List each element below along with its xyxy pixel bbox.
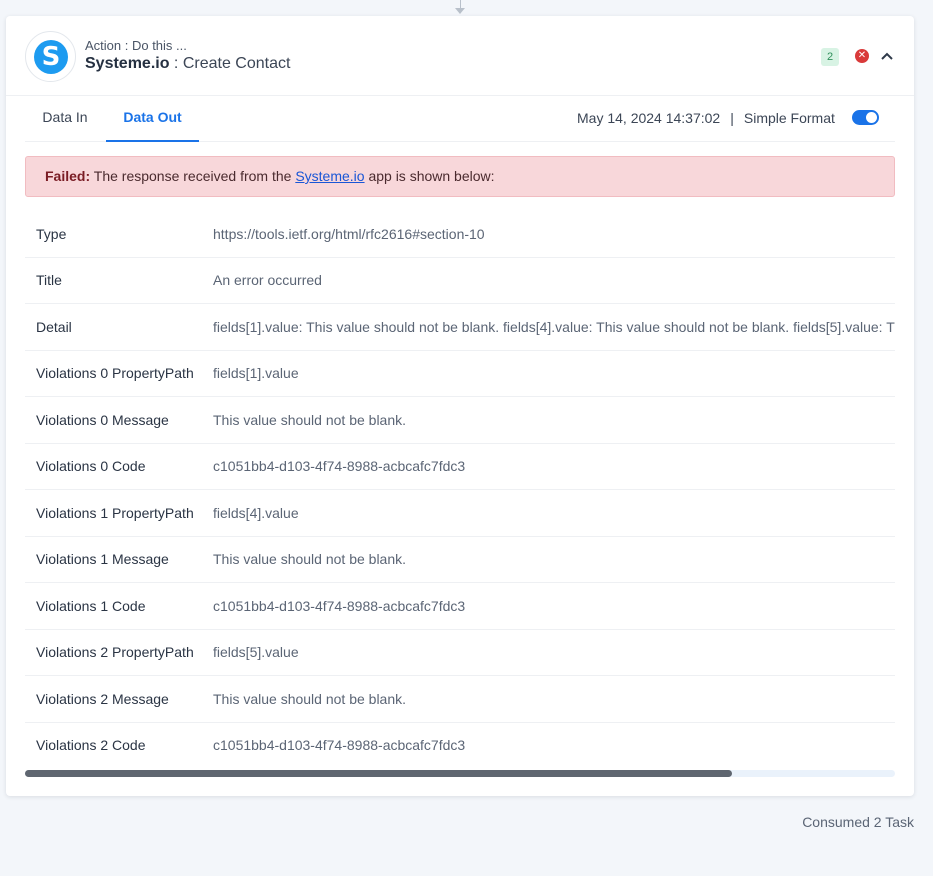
row-value: fields[4].value (213, 504, 299, 521)
row-value: c1051bb4-d103-4f74-8988-acbcafc7fdc3 (213, 597, 466, 614)
table-row: Title An error occurred (25, 258, 895, 304)
row-value: c1051bb4-d103-4f74-8988-acbcafc7fdc3 (213, 458, 466, 475)
table-row: Violations 2 Code c1051bb4-d103-4f74-8988… (25, 723, 895, 767)
row-value: fields[5].value (213, 644, 299, 661)
simple-format-label: Simple Format (743, 110, 835, 126)
run-timestamp: May 14, 2024 14:37:02 (577, 110, 721, 126)
horizontal-scrollbar[interactable] (25, 770, 895, 777)
table-row: Violations 0 PropertyPath fields[1].value (25, 351, 895, 397)
tab-data-out[interactable]: Data Out (106, 96, 199, 142)
toggle-knob (866, 112, 877, 123)
row-key: Violations 2 Code (36, 737, 146, 754)
alert-text-before: The response received from the (90, 168, 296, 184)
systeme-logo-icon: S (34, 40, 68, 74)
action-label: Action : Do this ... (85, 38, 187, 53)
alert-text-after: app is shown below: (364, 168, 495, 184)
row-value: fields[1].value (213, 365, 299, 382)
row-value: This value should not be blank. (213, 551, 407, 568)
app-name: Systeme.io (85, 55, 170, 72)
meta-separator: | (730, 110, 734, 126)
run-meta: May 14, 2024 14:37:02 | Simple Format (577, 110, 835, 126)
row-key: Violations 2 Message (36, 690, 169, 707)
table-row: Violations 2 Message This value should no… (25, 676, 895, 723)
app-logo: S (25, 31, 76, 82)
alert-prefix: Failed: (45, 168, 91, 184)
row-key: Violations 0 PropertyPath (36, 365, 194, 382)
row-key: Title (36, 272, 62, 289)
row-key: Detail (36, 318, 72, 335)
row-value: This value should not be blank. (213, 411, 407, 428)
action-step-card: S Action : Do this ... Systeme.io : Crea… (6, 16, 914, 796)
event-name: Create Contact (182, 55, 291, 72)
table-row: Violations 1 Code c1051bb4-d103-4f74-8988… (25, 583, 895, 630)
row-key: Violations 0 Message (36, 411, 169, 428)
table-row: Violations 1 Message This value should no… (25, 537, 895, 583)
row-key: Violations 1 PropertyPath (36, 504, 194, 521)
chevron-up-icon[interactable] (881, 51, 893, 61)
step-header[interactable]: S Action : Do this ... Systeme.io : Crea… (6, 16, 914, 96)
scrollbar-thumb[interactable] (25, 770, 732, 777)
simple-format-toggle[interactable] (852, 110, 879, 125)
consumed-tasks-label: Consumed 2 Task (802, 814, 914, 830)
step-title: Systeme.io : Create Contact (85, 55, 290, 73)
failed-alert: Failed: The response received from the S… (25, 156, 895, 197)
row-value: https://tools.ietf.org/html/rfc2616#sect… (213, 225, 485, 242)
tab-data-in[interactable]: Data In (25, 96, 105, 142)
arrow-down-icon (455, 8, 465, 14)
table-row: Type https://tools.ietf.org/html/rfc2616#… (25, 211, 895, 258)
title-separator: : (169, 55, 183, 72)
table-row: Violations 1 PropertyPath fields[4].value (25, 490, 895, 537)
row-key: Violations 0 Code (36, 458, 146, 475)
row-value: c1051bb4-d103-4f74-8988-acbcafc7fdc3 (213, 737, 466, 754)
row-value: An error occurred (213, 272, 322, 289)
systeme-app-link[interactable]: Systeme.io (295, 168, 364, 184)
row-key: Violations 2 PropertyPath (36, 644, 194, 661)
row-value: fields[1].value: This value should not b… (213, 318, 895, 335)
error-status-icon: ✕ (855, 49, 869, 63)
row-value: This value should not be blank. (213, 690, 407, 707)
table-row: Violations 0 Message This value should no… (25, 397, 895, 444)
row-key: Violations 1 Code (36, 597, 146, 614)
response-table[interactable]: Type https://tools.ietf.org/html/rfc2616#… (25, 211, 895, 766)
table-row: Detail fields[1].value: This value should… (25, 304, 895, 351)
task-count-badge: 2 (821, 48, 839, 66)
table-row: Violations 2 PropertyPath fields[5].value (25, 630, 895, 676)
table-row: Violations 0 Code c1051bb4-d103-4f74-8988… (25, 444, 895, 490)
row-key: Violations 1 Message (36, 551, 169, 568)
row-key: Type (36, 225, 67, 242)
